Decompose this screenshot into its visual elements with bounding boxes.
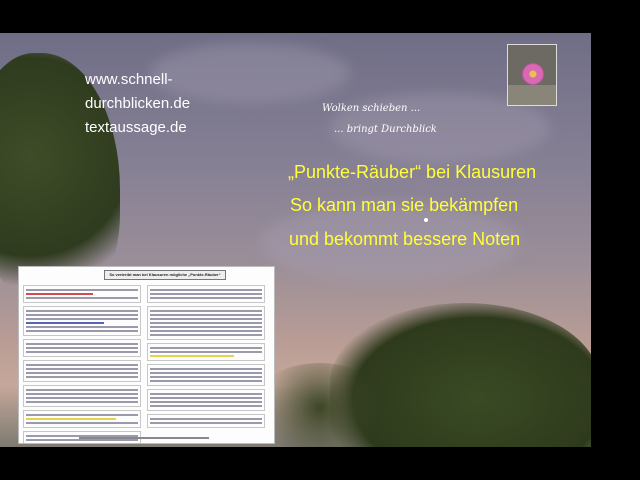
document-column-right	[147, 285, 265, 431]
document-title: So vertreibt man bei Klausuren mögliche …	[104, 270, 226, 280]
document-footer	[79, 437, 209, 439]
document-box	[147, 343, 265, 361]
document-box	[147, 364, 265, 386]
document-box	[23, 385, 141, 407]
headline-line-2: So kann man sie bekämpfen	[290, 195, 519, 215]
sparkle	[424, 218, 428, 222]
document-preview: So vertreibt man bei Klausuren mögliche …	[18, 266, 275, 444]
document-box	[147, 389, 265, 411]
document-box	[147, 414, 265, 428]
document-box	[147, 306, 265, 340]
document-box	[23, 339, 141, 357]
document-box	[147, 285, 265, 303]
video-frame: www.schnell- durchblicken.de textaussage…	[0, 0, 640, 480]
document-box	[23, 306, 141, 336]
slogan-line-1: Wolken schieben ...	[322, 103, 421, 114]
document-box	[23, 285, 141, 303]
flower-icon	[522, 63, 544, 85]
document-box	[23, 410, 141, 428]
headline-line-1: „Punkte-Räuber“ bei Klausuren	[288, 162, 537, 182]
url-line-2: durchblicken.de	[85, 95, 191, 112]
headline-line-3: und bekommt bessere Noten	[289, 229, 521, 249]
url-line-1: www.schnell-	[85, 71, 173, 88]
flower-photo	[507, 44, 557, 106]
slogan-line-2: ... bringt Durchblick	[334, 124, 437, 135]
url-line-3: textaussage.de	[85, 119, 187, 136]
document-box	[23, 360, 141, 382]
wood-plank	[508, 85, 556, 105]
document-column-left	[23, 285, 141, 443]
